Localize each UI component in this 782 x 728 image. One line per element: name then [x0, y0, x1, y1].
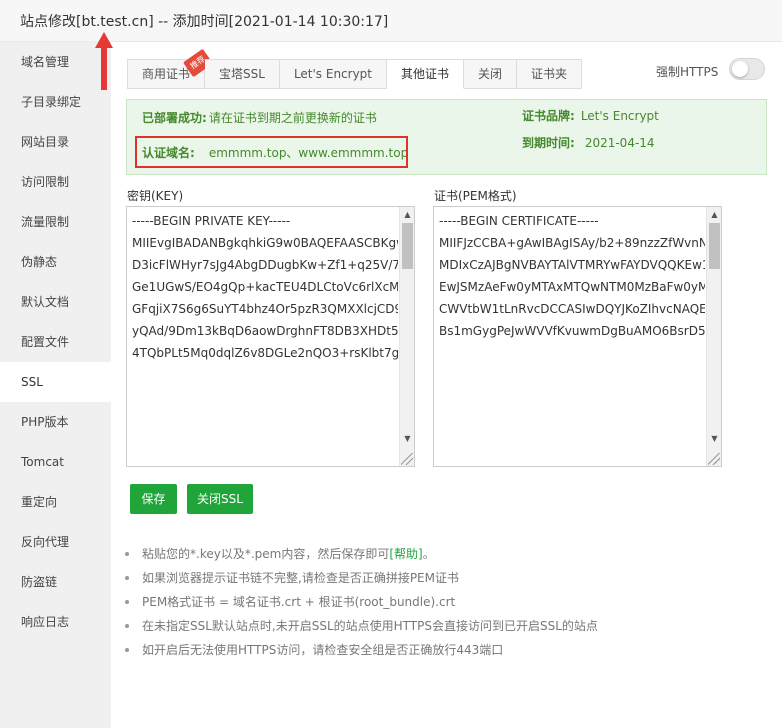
sidebar-item-site-dir[interactable]: 网站目录 — [0, 122, 111, 162]
cert-scrollbar[interactable]: ▲ ▼ — [706, 207, 721, 466]
expire-value: 2021-04-14 — [584, 136, 655, 150]
scroll-down-icon[interactable]: ▼ — [707, 431, 721, 446]
force-https-label: 强制HTTPS — [656, 65, 719, 79]
deployed-row: 已部署成功: 请在证书到期之前更换新的证书 — [142, 109, 377, 126]
ssl-panel: 商用证书 推荐 宝塔SSL Let's Encrypt 其他证书 关闭 证书夹 … — [111, 42, 782, 728]
sidebar-item-rewrite[interactable]: 伪静态 — [0, 242, 111, 282]
sidebar-item-tomcat[interactable]: Tomcat — [0, 442, 111, 482]
key-scrollbar[interactable]: ▲ ▼ — [399, 207, 414, 466]
tip-item: 粘贴您的*.key以及*.pem内容，然后保存即可[帮助]。 — [125, 542, 765, 566]
tip-text: 粘贴您的*.key以及*.pem内容，然后保存即可 — [142, 547, 390, 561]
tip-item: PEM格式证书 = 域名证书.crt + 根证书(root_bundle).cr… — [125, 590, 765, 614]
scroll-up-icon[interactable]: ▲ — [400, 207, 414, 222]
tips-list: 粘贴您的*.key以及*.pem内容，然后保存即可[帮助]。 如果浏览器提示证书… — [125, 542, 765, 662]
domain-highlight-box — [135, 136, 408, 168]
sidebar-item-redirect[interactable]: 重定向 — [0, 482, 111, 522]
scroll-thumb[interactable] — [402, 223, 413, 269]
sidebar-item-traffic-limit[interactable]: 流量限制 — [0, 202, 111, 242]
sidebar: 域名管理 子目录绑定 网站目录 访问限制 流量限制 伪静态 默认文档 配置文件 … — [0, 42, 111, 728]
help-link[interactable]: [帮助] — [389, 547, 422, 561]
expire-row: 到期时间: 2021-04-14 — [522, 134, 655, 151]
close-ssl-button[interactable]: 关闭SSL — [187, 484, 253, 514]
tab-cert-folder[interactable]: 证书夹 — [517, 59, 583, 89]
title-bar: 站点修改[bt.test.cn] -- 添加时间[2021-01-14 10:3… — [0, 0, 782, 42]
brand-row: 证书品牌: Let's Encrypt — [522, 107, 659, 124]
cert-label: 证书(PEM格式) — [434, 189, 517, 203]
scroll-down-icon[interactable]: ▼ — [400, 431, 414, 446]
toggle-knob — [732, 61, 748, 77]
tab-label: 商用证书 — [142, 67, 191, 81]
key-label: 密钥(KEY) — [127, 189, 184, 203]
key-text: -----BEGIN PRIVATE KEY----- MIIEvgIBADAN… — [132, 214, 398, 360]
expire-label: 到期时间: — [522, 136, 575, 150]
sidebar-item-log[interactable]: 响应日志 — [0, 602, 111, 642]
save-button[interactable]: 保存 — [130, 484, 177, 514]
sidebar-item-access-limit[interactable]: 访问限制 — [0, 162, 111, 202]
sidebar-item-default-doc[interactable]: 默认文档 — [0, 282, 111, 322]
tab-bt-ssl[interactable]: 宝塔SSL — [205, 59, 280, 89]
tip-item: 如开启后无法使用HTTPS访问，请检查安全组是否正确放行443端口 — [125, 638, 765, 662]
window-title: 站点修改[bt.test.cn] -- 添加时间[2021-01-14 10:3… — [20, 14, 389, 30]
sidebar-item-config[interactable]: 配置文件 — [0, 322, 111, 362]
resize-handle-icon[interactable] — [708, 453, 720, 465]
ssl-tabs: 商用证书 推荐 宝塔SSL Let's Encrypt 其他证书 关闭 证书夹 — [127, 48, 583, 89]
deployed-label: 已部署成功: — [142, 111, 207, 125]
cert-text: -----BEGIN CERTIFICATE----- MIIFJzCCBA+g… — [439, 214, 705, 338]
tip-text: 。 — [422, 547, 435, 561]
tip-item: 在未指定SSL默认站点时,未开启SSL的站点使用HTTPS会直接访问到已开启SS… — [125, 614, 765, 638]
sidebar-item-hotlink[interactable]: 防盗链 — [0, 562, 111, 602]
deployed-message: 请在证书到期之前更换新的证书 — [208, 111, 377, 125]
tab-commercial-cert[interactable]: 商用证书 推荐 — [127, 48, 214, 89]
sidebar-item-proxy[interactable]: 反向代理 — [0, 522, 111, 562]
brand-label: 证书品牌: — [522, 109, 575, 123]
sidebar-item-php[interactable]: PHP版本 — [0, 402, 111, 442]
tip-item: 如果浏览器提示证书链不完整,请检查是否正确拼接PEM证书 — [125, 566, 765, 590]
key-textarea[interactable]: -----BEGIN PRIVATE KEY----- MIIEvgIBADAN… — [126, 206, 415, 467]
sidebar-item-ssl[interactable]: SSL — [0, 362, 111, 402]
tab-other-cert[interactable]: 其他证书 — [387, 59, 465, 89]
force-https-toggle[interactable] — [729, 58, 765, 80]
scroll-up-icon[interactable]: ▲ — [707, 207, 721, 222]
cert-status-box: 已部署成功: 请在证书到期之前更换新的证书 认证域名: emmmm.top、www.… — [126, 99, 767, 175]
resize-handle-icon[interactable] — [401, 453, 413, 465]
tab-close[interactable]: 关闭 — [464, 59, 518, 89]
brand-value: Let's Encrypt — [580, 109, 659, 123]
tab-lets-encrypt[interactable]: Let's Encrypt — [279, 59, 388, 89]
scroll-thumb[interactable] — [709, 223, 720, 269]
cert-textarea[interactable]: -----BEGIN CERTIFICATE----- MIIFJzCCBA+g… — [433, 206, 722, 467]
